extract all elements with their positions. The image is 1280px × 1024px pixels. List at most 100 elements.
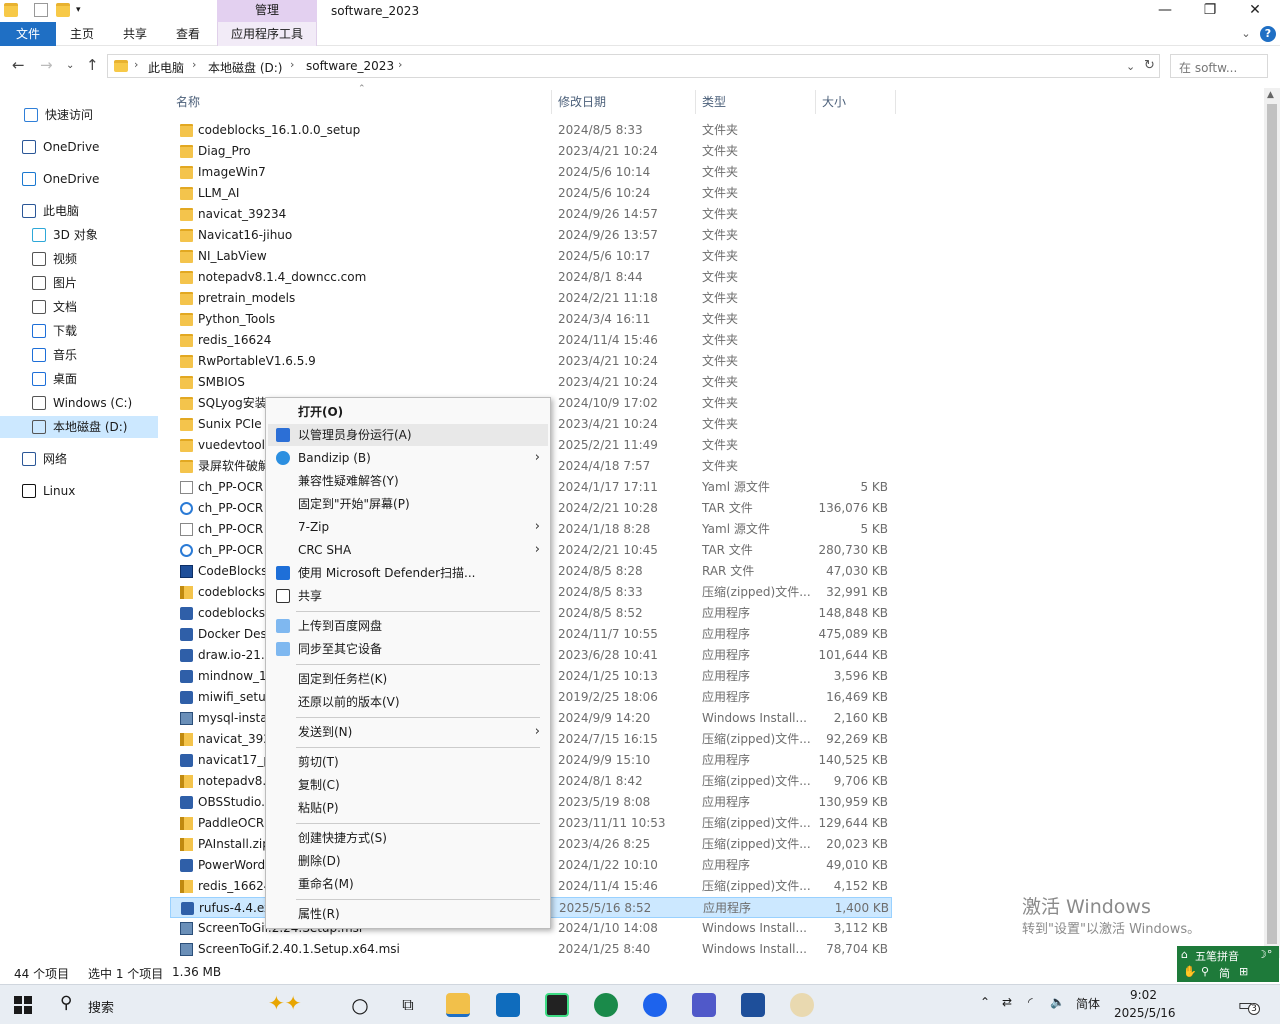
context-menu-item[interactable]: 上传到百度网盘	[268, 615, 548, 637]
wifi-icon[interactable]: ◜	[1028, 995, 1033, 1009]
forward-icon[interactable]: →	[40, 56, 53, 74]
breadcrumb-this-pc[interactable]: 此电脑	[148, 59, 184, 76]
context-menu-item[interactable]: 复制(C)	[268, 774, 548, 796]
context-menu-item[interactable]: 剪切(T)	[268, 751, 548, 773]
new-folder-icon[interactable]	[56, 3, 70, 17]
context-menu-item[interactable]: Bandizip (B) ›	[268, 447, 548, 469]
pycharm-icon[interactable]	[545, 993, 569, 1017]
ime-toolbar[interactable]: ⌂ 五笔拼音 ☽° ✋ ⚲ 简 ⊞	[1177, 946, 1279, 982]
cortana-icon[interactable]: ○	[348, 993, 372, 1017]
file-row[interactable]: RwPortableV1.6.5.9 2023/4/21 10:24 文件夹	[170, 351, 892, 372]
sidebar-item[interactable]: Windows (C:)	[0, 392, 158, 414]
context-menu-item[interactable]: CRC SHA ›	[268, 539, 548, 561]
ime-simplified-label[interactable]: 简	[1219, 965, 1230, 981]
clock-date[interactable]: 2025/5/16	[1114, 1006, 1176, 1020]
ime-mode-label[interactable]: 五笔拼音	[1195, 948, 1239, 964]
context-menu-item[interactable]: 固定到"开始"屏幕(P)	[268, 493, 548, 515]
context-menu-item[interactable]: 发送到(N) ›	[268, 721, 548, 743]
sidebar-item[interactable]: 此电脑	[0, 200, 158, 222]
ime-moon-icon[interactable]: ☽°	[1257, 948, 1272, 961]
teams-icon[interactable]	[692, 993, 716, 1017]
paint-icon[interactable]	[790, 993, 814, 1017]
breadcrumb-drive-d[interactable]: 本地磁盘 (D:)	[208, 59, 282, 76]
recent-locations-icon[interactable]: ⌄	[66, 60, 74, 71]
scroll-up-icon[interactable]: ▲	[1267, 90, 1274, 100]
tab-application-tools[interactable]: 应用程序工具	[217, 22, 317, 46]
vertical-scrollbar[interactable]: ▲	[1264, 88, 1280, 958]
scroll-thumb[interactable]	[1267, 104, 1277, 944]
edge-icon[interactable]	[594, 993, 618, 1017]
breadcrumb-separator[interactable]: ›	[134, 58, 138, 71]
start-icon[interactable]	[14, 996, 32, 1014]
input-language[interactable]: 简体	[1076, 995, 1100, 1012]
restore-button[interactable]: ❐	[1187, 0, 1233, 22]
context-menu-item[interactable]: 粘贴(P)	[268, 797, 548, 819]
context-menu-item[interactable]: 固定到任务栏(K)	[268, 668, 548, 690]
task-view-icon[interactable]: ⧉	[396, 993, 420, 1017]
context-menu-item[interactable]: 删除(D)	[268, 850, 548, 872]
docker-icon[interactable]	[643, 993, 667, 1017]
column-header-type[interactable]: 类型	[696, 90, 816, 114]
sidebar-item[interactable]: 本地磁盘 (D:)	[0, 416, 158, 438]
minimize-button[interactable]: —	[1142, 0, 1188, 22]
file-row[interactable]: redis_16624 2024/11/4 15:46 文件夹	[170, 330, 892, 351]
taskbar-search[interactable]: ⚲ 搜索 ✦✦	[48, 985, 328, 1024]
context-menu-item[interactable]: 还原以前的版本(V)	[268, 691, 548, 713]
file-row[interactable]: pretrain_models 2024/2/21 11:18 文件夹	[170, 288, 892, 309]
context-menu-item[interactable]: 以管理员身份运行(A)	[268, 424, 548, 446]
column-header-size[interactable]: 大小	[816, 90, 896, 114]
file-row[interactable]: Diag_Pro 2023/4/21 10:24 文件夹	[170, 141, 892, 162]
notification-center[interactable]: ▭ 3	[1238, 995, 1260, 1015]
sidebar-item[interactable]: OneDrive	[0, 168, 158, 190]
context-menu-item[interactable]: 7-Zip ›	[268, 516, 548, 538]
breadcrumb-current-folder[interactable]: software_2023	[306, 59, 394, 73]
sidebar-item[interactable]: 网络	[0, 448, 158, 470]
tab-share[interactable]: 共享	[113, 22, 157, 46]
sidebar-item[interactable]: 桌面	[0, 368, 158, 390]
clock-time[interactable]: 9:02	[1130, 988, 1157, 1002]
sidebar-item[interactable]: 3D 对象	[0, 224, 158, 246]
context-menu-item[interactable]: 创建快捷方式(S)	[268, 827, 548, 849]
tab-view[interactable]: 查看	[166, 22, 210, 46]
help-icon[interactable]: ?	[1260, 26, 1276, 42]
file-row[interactable]: Navicat16-jihuo 2024/9/26 13:57 文件夹	[170, 225, 892, 246]
context-menu-item[interactable]: 重命名(M)	[268, 873, 548, 895]
context-menu-item[interactable]: 同步至其它设备	[268, 638, 548, 660]
sidebar-item[interactable]: 视频	[0, 248, 158, 270]
address-bar[interactable]: › 此电脑 › 本地磁盘 (D:) › software_2023 › ⌄ ↻	[107, 54, 1160, 78]
sidebar-item[interactable]: 下载	[0, 320, 158, 342]
sidebar-item[interactable]: OneDrive	[0, 136, 158, 158]
file-row[interactable]: ImageWin7 2024/5/6 10:14 文件夹	[170, 162, 892, 183]
breadcrumb-separator[interactable]: ›	[398, 58, 402, 71]
tab-file[interactable]: 文件	[0, 22, 56, 46]
file-row[interactable]: SMBIOS 2023/4/21 10:24 文件夹	[170, 372, 892, 393]
back-icon[interactable]: ←	[12, 56, 25, 74]
file-row[interactable]: ScreenToGif.2.40.1.Setup.x64.msi 2024/1/2…	[170, 939, 892, 960]
context-menu-item[interactable]: 打开(O)	[268, 401, 548, 423]
folder-icon[interactable]	[4, 3, 18, 17]
file-row[interactable]: Python_Tools 2024/3/4 16:11 文件夹	[170, 309, 892, 330]
context-menu-item[interactable]: 共享	[268, 585, 548, 607]
tray-overflow-icon[interactable]: ⌃	[980, 995, 990, 1009]
file-row[interactable]: LLM_AI 2024/5/6 10:24 文件夹	[170, 183, 892, 204]
network-settings-icon[interactable]: ⇄	[1002, 995, 1012, 1009]
column-header-date[interactable]: 修改日期	[552, 90, 696, 114]
file-row[interactable]: codeblocks_16.1.0.0_setup 2024/8/5 8:33 文件…	[170, 120, 892, 141]
context-menu-item[interactable]: 使用 Microsoft Defender扫描...	[268, 562, 548, 584]
address-dropdown-icon[interactable]: ⌄	[1126, 60, 1135, 73]
breadcrumb-separator[interactable]: ›	[192, 58, 196, 71]
breadcrumb-separator[interactable]: ›	[290, 58, 294, 71]
sidebar-item[interactable]: 图片	[0, 272, 158, 294]
file-explorer-icon[interactable]	[446, 993, 470, 1017]
context-menu-item[interactable]: 兼容性疑难解答(Y)	[268, 470, 548, 492]
sidebar-item[interactable]: Linux	[0, 480, 158, 502]
properties-icon[interactable]	[34, 3, 48, 17]
file-row[interactable]: notepadv8.1.4_downcc.com 2024/8/1 8:44 文件夹	[170, 267, 892, 288]
sidebar-item[interactable]: 快速访问	[0, 104, 158, 126]
sidebar-item[interactable]: 音乐	[0, 344, 158, 366]
file-row[interactable]: NI_LabView 2024/5/6 10:17 文件夹	[170, 246, 892, 267]
ime-hand-icon[interactable]: ✋	[1183, 965, 1197, 978]
refresh-icon[interactable]: ↻	[1144, 58, 1155, 73]
ime-search-icon[interactable]: ⚲	[1201, 965, 1209, 978]
file-row[interactable]: navicat_39234 2024/9/26 14:57 文件夹	[170, 204, 892, 225]
